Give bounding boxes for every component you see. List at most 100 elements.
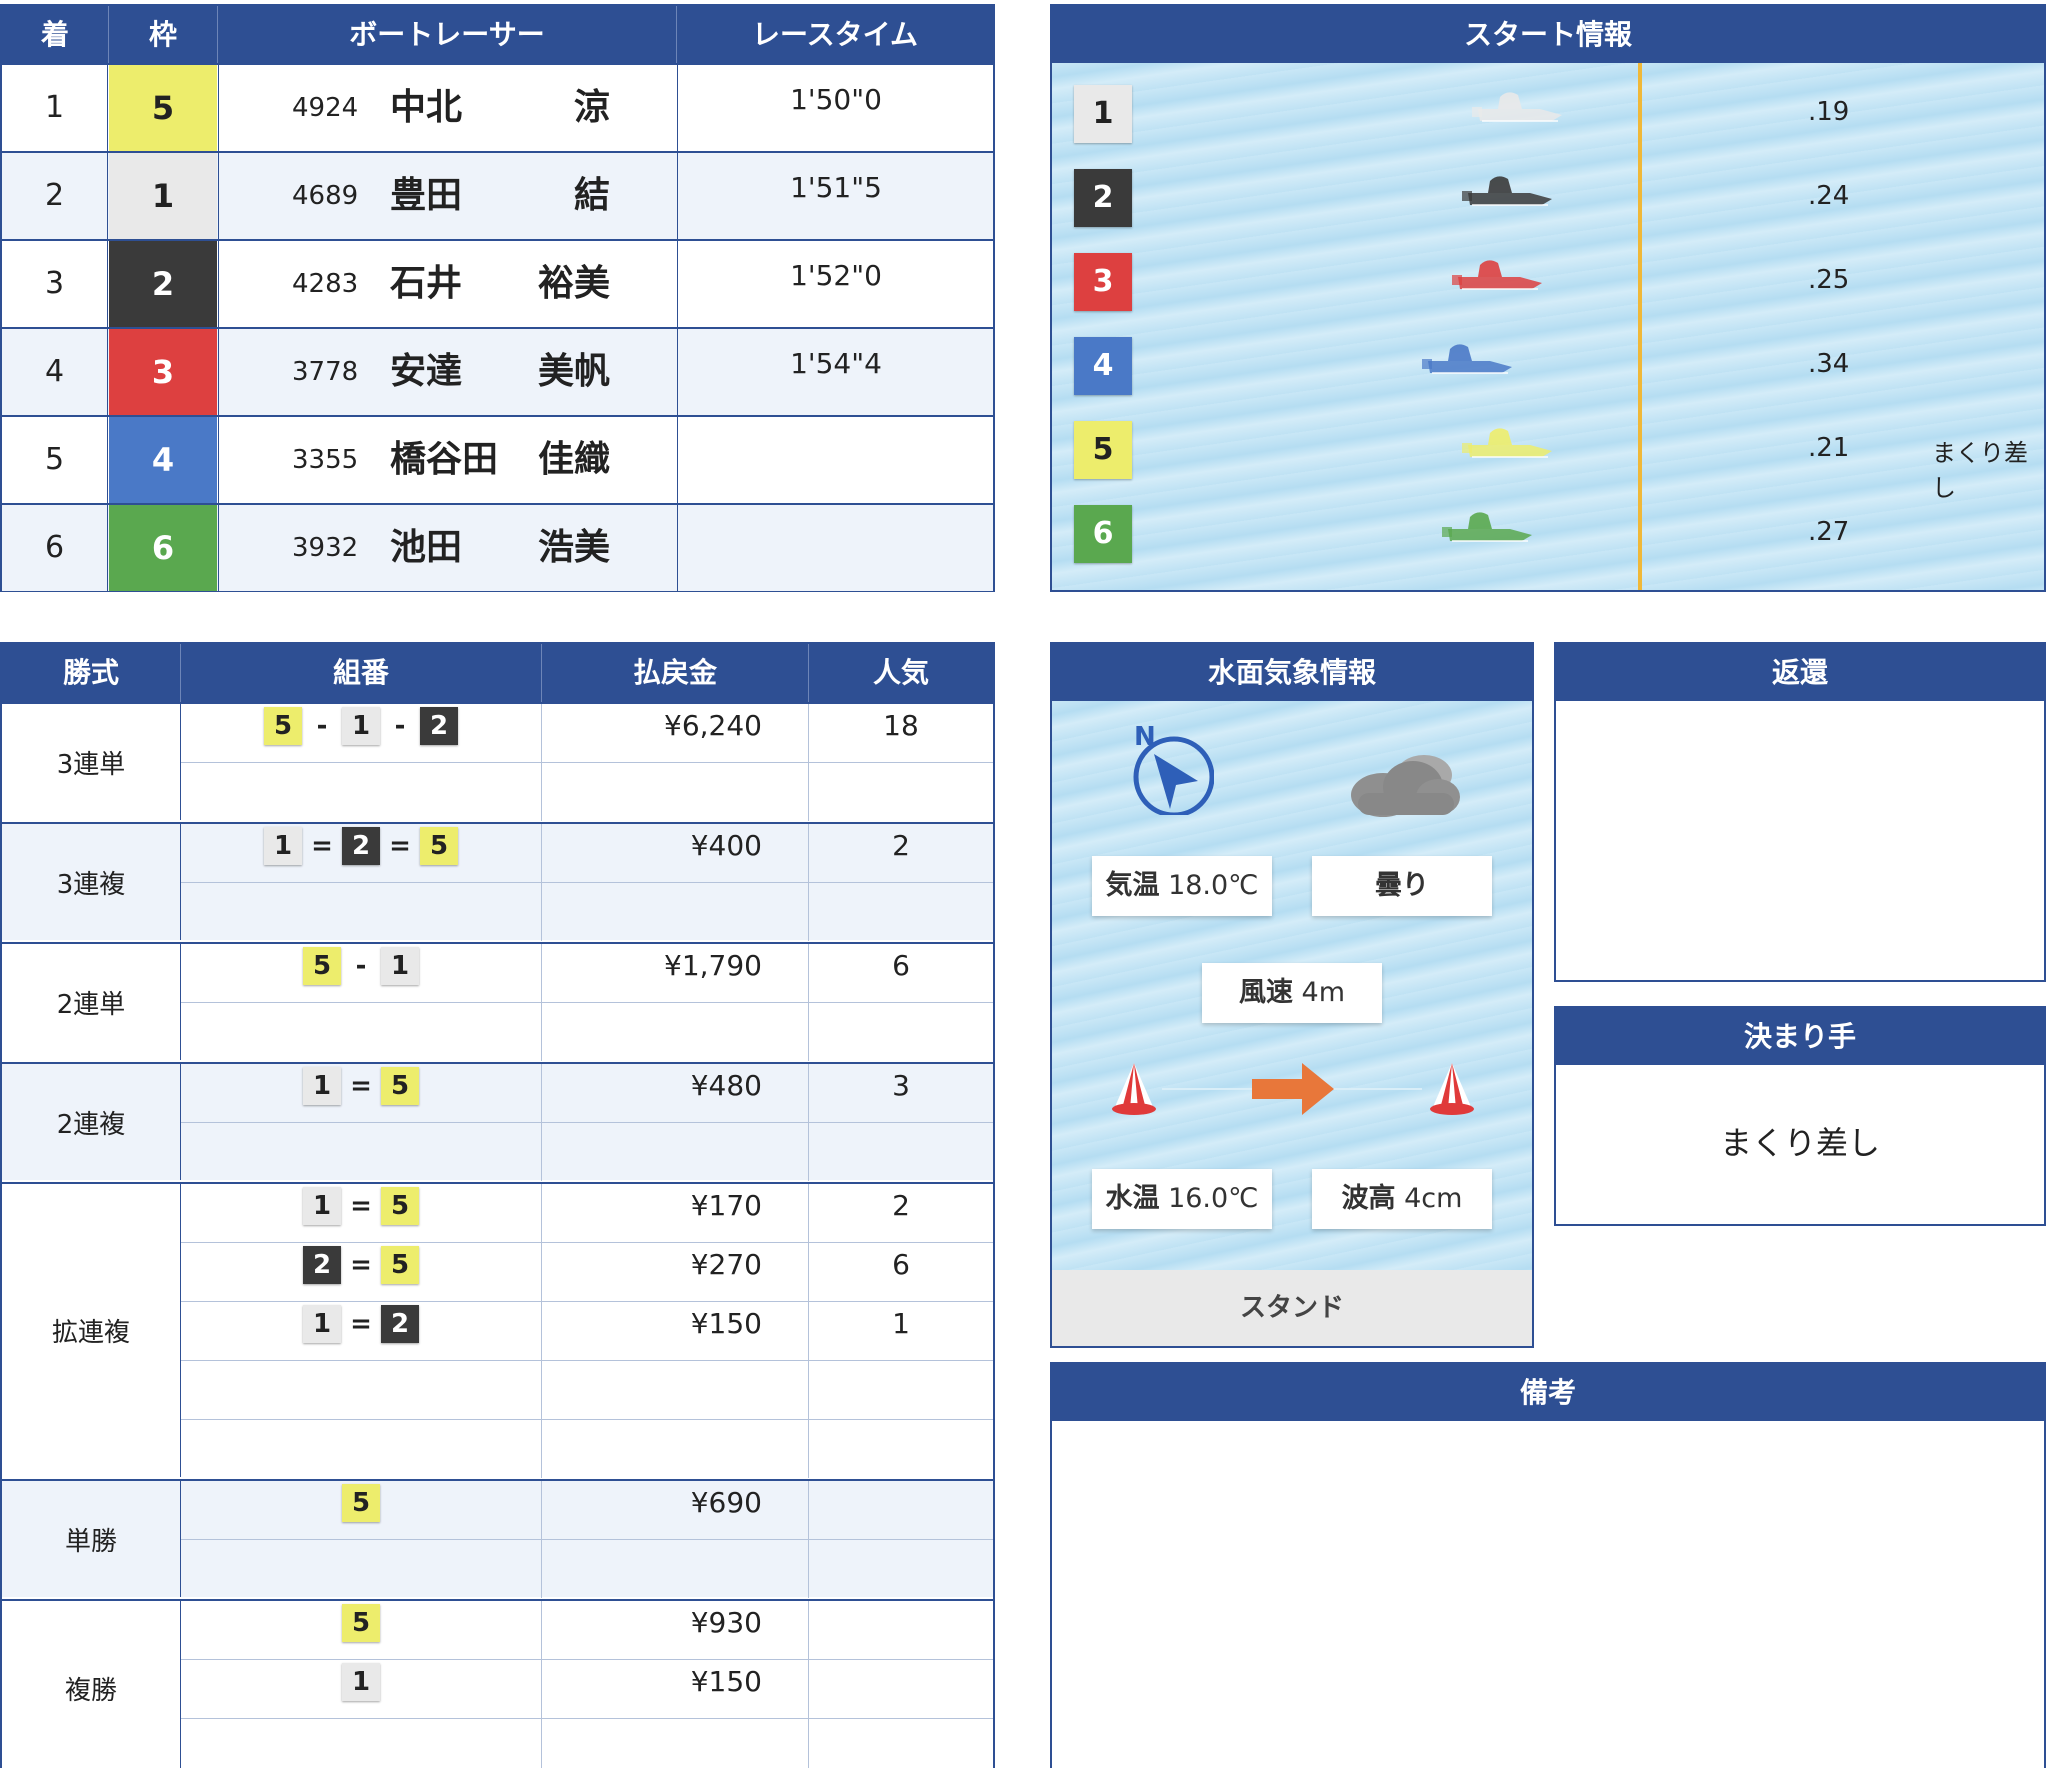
popularity-rank: 6 [892,949,910,982]
payout-amount: ¥170 [542,1184,809,1242]
waku-number: 2 [109,241,217,327]
payout-row: 1 = 2 = 5 ¥400 2 [181,824,993,883]
stand-label: スタンド [1052,1270,1532,1346]
combination-separator: = [389,831,411,861]
payout-amount: ¥270 [542,1243,809,1301]
combination [181,1123,542,1181]
combination [181,763,542,821]
popularity-rank [809,1660,993,1718]
wave-height-label: 波高 [1341,1183,1396,1214]
result-row: 5 4 3355 橋谷田 佳織 [2,415,993,503]
popularity-rank [809,1719,993,1768]
bet-type-label: 単勝 [2,1481,181,1597]
boat-icon [1452,260,1542,290]
combination-number: 1 [303,1305,341,1343]
combination [181,1003,542,1061]
racer-id: 4283 [292,269,359,299]
payout-row: 5-1 ¥1,790 6 [181,944,993,1003]
header-time: レースタイム [751,18,919,51]
combination: 2 = 5 [181,1243,542,1301]
payout-amount: ¥400 [542,824,809,882]
header-amount: 払戻金 [542,644,809,702]
combination-number: 1 [264,827,302,865]
kimarite-title: 決まり手 [1556,1008,2044,1065]
result-row: 6 6 3932 池田 浩美 [2,503,993,591]
payout-group: 単勝 5 ¥690 [2,1479,993,1598]
notes-title: 備考 [1052,1364,2044,1421]
payout-group: 3連複 1 = 2 = 5 ¥400 2 [2,822,993,942]
race-time: 1'52"0 [790,259,882,292]
combination-number: 5 [303,947,341,985]
finish-position: 4 [44,354,65,389]
start-timing: .25 [1808,265,1850,295]
start-lane-number: 6 [1074,505,1132,563]
popularity-rank [809,1361,993,1419]
finish-position: 6 [44,530,65,565]
race-time: 1'54"4 [790,347,882,380]
payout-amount: ¥1,790 [542,944,809,1002]
popularity-rank [809,1540,993,1598]
combination [181,883,542,941]
payout-row [181,1003,993,1062]
start-lane-number: 4 [1074,337,1132,395]
start-lane-number: 2 [1074,169,1132,227]
combination [181,1540,542,1598]
wind-speed-label: 風速 [1238,977,1293,1008]
result-row: 1 5 4924 中北 涼 1'50"0 [2,63,993,151]
air-temp-box: 気温 18.0℃ [1092,856,1272,916]
start-info-panel: スタート情報 1.19 2.24 3.25 4.34 5.21 まくり差し 6.27 [1050,4,2046,592]
racer-first-name: 結 [573,175,610,216]
payout-amount [542,1361,809,1419]
payout-group: 拡連複 1 = 5 ¥170 2 2 = 5 ¥270 6 1 = 2 ¥150 1 [2,1182,993,1478]
kimarite-value: まくり差し [1719,1124,1880,1162]
combination [181,1420,542,1478]
payout-amount: ¥150 [542,1660,809,1718]
racer-first-name: 浩美 [537,527,610,568]
popularity-rank [809,1481,993,1539]
racer-first-name: 涼 [573,87,610,128]
payout-row [181,1361,993,1420]
start-lane-1: 1.19 [1052,69,2044,149]
column-divider [218,505,219,591]
popularity-rank [809,1003,993,1061]
payout-row: 5 ¥930 [181,1601,993,1660]
result-row: 4 3 3778 安達 美帆 1'54"4 [2,327,993,415]
waku-number: 4 [109,417,217,503]
popularity-rank: 6 [892,1248,910,1281]
racer-id: 4924 [292,93,359,123]
combination: 1 = 5 [181,1064,542,1122]
combination: 1 = 5 [181,1184,542,1242]
column-divider [218,153,219,239]
combination-separator: = [311,831,333,861]
column-divider [218,65,219,151]
racer-first-name: 美帆 [537,351,610,392]
payout-row: 5 ¥690 [181,1481,993,1540]
refund-panel: 返還 [1554,642,2046,982]
buoy-right-icon [1430,1063,1474,1115]
bet-type-label: 拡連複 [2,1184,181,1477]
race-time: 1'50"0 [790,83,882,116]
column-divider [107,329,108,415]
wind-arrow-icon [1252,1063,1334,1115]
payout-group: 2連単 5-1 ¥1,790 6 [2,942,993,1062]
payout-amount [542,763,809,821]
combination-number: 5 [264,707,302,745]
payout-row [181,1719,993,1768]
combination: 5 [181,1601,542,1659]
result-row: 2 1 4689 豊田 結 1'51"5 [2,151,993,239]
racer-last-name: 豊田 [390,175,463,216]
payout-group: 2連複 1 = 5 ¥480 3 [2,1062,993,1181]
water-temp-value: 16.0℃ [1168,1183,1259,1214]
kimarite-panel: 決まり手 まくり差し [1554,1006,2046,1226]
boat-icon [1462,176,1552,206]
boat-icon [1462,428,1552,458]
column-divider [107,241,108,327]
column-divider [218,417,219,503]
results-header: 着 枠 ボートレーサー レースタイム [2,6,993,63]
start-timing: .21 [1808,433,1850,463]
header-pop: 人気 [872,656,929,689]
payout-row: 1 = 5 ¥170 2 [181,1184,993,1243]
combination-separator: = [350,1250,372,1280]
start-lane-5: 5.21 まくり差し [1052,405,2044,502]
payout-row [181,883,993,942]
